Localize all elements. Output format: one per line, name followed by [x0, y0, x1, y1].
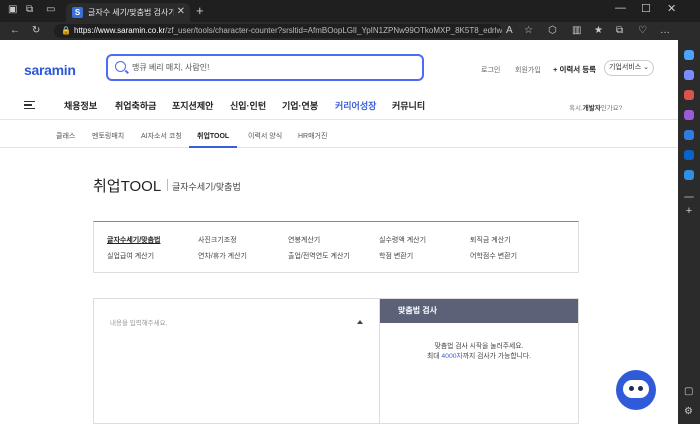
title-separator	[167, 179, 168, 191]
editor-placeholder: 내용을 입력해주세요.	[110, 320, 168, 327]
sidebar-divider	[684, 196, 694, 198]
developer-prompt[interactable]: 혹시,개발자인가요?	[569, 102, 622, 112]
developer-prompt-bold: 개발자	[582, 105, 601, 112]
search-input[interactable]: 맹큐 베리 매치, 사람인!	[106, 54, 424, 81]
back-icon[interactable]: ←	[10, 25, 20, 36]
tool-link[interactable]: 사진크기조정	[198, 235, 237, 245]
copilot-icon[interactable]	[684, 50, 694, 60]
extensions-icon[interactable]: ⬡	[548, 25, 557, 36]
gnb-item[interactable]: 기업·연봉	[282, 99, 318, 112]
spellcheck-panel: 맞춤법 검사 맞춤법 검사 시작을 눌러주세요. 최대 4000자까지 검사가 …	[379, 298, 579, 424]
favorites-icon[interactable]: ★	[594, 25, 603, 36]
games-icon[interactable]	[684, 130, 694, 140]
browser-essentials-icon[interactable]: ♡	[638, 25, 647, 36]
tool-link[interactable]: 실업급여 계산기	[107, 251, 154, 261]
tool-link[interactable]: 실수령액 계산기	[379, 235, 426, 245]
url-path: /zf_user/tools/character-counter?srsltid…	[165, 26, 502, 35]
tool-menu: 글자수세기/맞춤법 사진크기조정 연봉계산기 실수령액 계산기 퇴직금 계산기 …	[93, 221, 579, 273]
tool-link[interactable]: 어학점수 변환기	[470, 251, 517, 261]
gnb-item[interactable]: 포지션제안	[172, 99, 213, 112]
page-subtitle: 글자수세기/맞춤법	[172, 182, 241, 192]
lnb-item[interactable]: 클래스	[56, 131, 75, 141]
lnb-item[interactable]: 이력서 양식	[248, 131, 282, 141]
workspaces-icon[interactable]: ⧉	[26, 4, 33, 15]
split-screen-icon[interactable]: ▥	[572, 25, 581, 36]
tool-link[interactable]: 출업/전역연도 계산기	[288, 251, 350, 261]
profile-icon[interactable]: ▣	[8, 4, 17, 15]
limit-suffix: 까지 검사가 가능합니다.	[462, 353, 531, 360]
limit-prefix: 최대	[427, 353, 442, 360]
lnb-item[interactable]: AI자소서 코칭	[141, 131, 182, 141]
tool-link[interactable]: 연봉계산기	[288, 235, 320, 245]
lnb-item-active[interactable]: 취업TOOL	[197, 131, 229, 141]
search-placeholder: 맹큐 베리 매치, 사람인!	[132, 63, 210, 72]
page-title: 취업TOOL	[93, 178, 162, 195]
settings-icon[interactable]: ⚙	[684, 406, 694, 417]
spellcheck-message: 맞춤법 검사 시작을 눌러주세요.	[434, 343, 524, 350]
refresh-icon[interactable]: ↻	[32, 25, 40, 36]
send-icon[interactable]	[684, 170, 694, 180]
gnb-item[interactable]: 커뮤니티	[392, 99, 425, 112]
spellcheck-header: 맞춤법 검사	[380, 299, 578, 323]
maximize-icon[interactable]: ☐	[641, 2, 651, 15]
tool-link[interactable]: 퇴직금 계산기	[470, 235, 511, 245]
robot-eye	[629, 386, 634, 391]
gnb-item[interactable]: 채용정보	[64, 99, 97, 112]
tab-title: 글자수 세기/맞춤법 검사기 - 사람인	[88, 8, 174, 17]
shopping-icon[interactable]	[684, 90, 694, 100]
robot-icon	[623, 380, 649, 398]
search-sidebar-icon[interactable]	[684, 70, 694, 80]
web-page: saramin 맹큐 베리 매치, 사람인! 로그인 회원가입 + 이력서 등록…	[0, 40, 678, 424]
minimize-icon[interactable]: —	[615, 2, 626, 14]
saramin-favicon: S	[72, 7, 83, 18]
limit-highlight: 4000자	[441, 353, 463, 360]
sub-nav: 클래스 멘토링매치 AI자소서 코칭 취업TOOL 이력서 양식 HR매거진	[0, 121, 678, 148]
developer-prompt-prefix: 혹시,	[569, 105, 583, 112]
tool-link[interactable]: 학점 변환기	[379, 251, 413, 261]
edge-sidebar: + ▢ ⚙	[678, 40, 700, 424]
robot-eye	[638, 386, 643, 391]
saramin-logo[interactable]: saramin	[24, 62, 76, 78]
url-host: https://www.saramin.co.kr	[74, 26, 166, 35]
address-bar-row: ← ↻ 🔒 https://www.saramin.co.kr/zf_user/t…	[0, 22, 700, 40]
spellcheck-limit: 최대 4000자까지 검사가 가능합니다.	[380, 350, 578, 360]
tab-actions-icon[interactable]: ▭	[46, 4, 55, 15]
collapse-icon[interactable]	[357, 320, 363, 324]
developer-prompt-suffix: 인가요?	[600, 105, 623, 112]
resume-register-link[interactable]: + 이력서 등록	[553, 64, 596, 75]
outlook-icon[interactable]	[684, 150, 694, 160]
collections-icon[interactable]: ⧉	[616, 25, 623, 36]
login-link[interactable]: 로그인	[481, 65, 500, 75]
new-tab-icon[interactable]: +	[196, 3, 204, 18]
browser-tab[interactable]: S 글자수 세기/맞춤법 검사기 - 사람인 ✕	[66, 3, 190, 22]
lnb-item[interactable]: 멘토링매치	[92, 131, 124, 141]
gnb-item[interactable]: 신입·인턴	[230, 99, 266, 112]
tools-icon[interactable]	[684, 110, 694, 120]
favorite-icon[interactable]: ☆	[524, 25, 533, 36]
browser-tab-bar: ▣ ⧉ ▭ S 글자수 세기/맞춤법 검사기 - 사람인 ✕ + — ☐ ✕	[0, 0, 700, 22]
more-icon[interactable]: …	[660, 25, 670, 36]
gnb-item[interactable]: 취업축하금	[115, 99, 156, 112]
close-tab-icon[interactable]: ✕	[177, 6, 185, 17]
url-field[interactable]: 🔒 https://www.saramin.co.kr/zf_user/tools…	[54, 24, 502, 38]
tool-link-active[interactable]: 글자수세기/맞춤법	[107, 235, 160, 245]
read-aloud-icon[interactable]: A	[506, 25, 513, 36]
sidebar-layout-icon[interactable]: ▢	[684, 386, 694, 397]
text-editor[interactable]: 내용을 입력해주세요.	[93, 298, 380, 424]
signup-link[interactable]: 회원가입	[515, 65, 541, 75]
lock-icon: 🔒	[61, 26, 71, 35]
gnb-item-active[interactable]: 커리어성장	[335, 99, 376, 112]
active-tab-underline	[189, 146, 237, 148]
main-nav: 채용정보 취업축하금 포지션제안 신입·인턴 기업·연봉 커리어성장 커뮤니티 …	[0, 90, 678, 120]
close-window-icon[interactable]: ✕	[667, 2, 676, 15]
tool-link[interactable]: 연차/휴가 계산기	[198, 251, 247, 261]
lnb-item[interactable]: HR매거진	[298, 131, 327, 141]
search-icon	[115, 61, 126, 72]
menu-icon[interactable]	[24, 101, 35, 109]
corp-service-button[interactable]: 기업서비스 ⌄	[604, 60, 654, 76]
add-sidebar-icon[interactable]: +	[684, 206, 694, 217]
chatbot-button[interactable]	[616, 370, 656, 410]
